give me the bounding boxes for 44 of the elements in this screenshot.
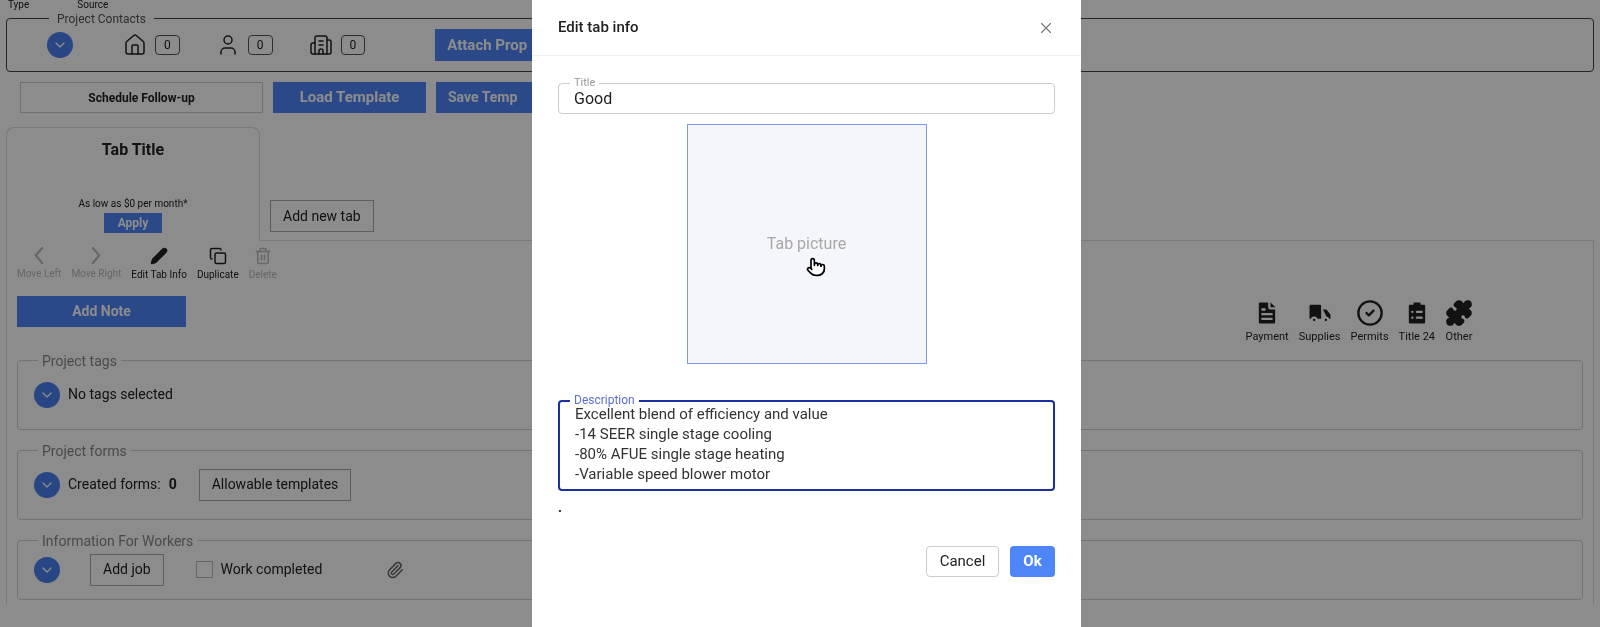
hand-cursor-icon	[805, 257, 826, 277]
checkbox-label: Work completed	[220, 560, 323, 579]
check-circle-icon	[1355, 299, 1384, 327]
tab-title: Tab Title	[101, 139, 165, 161]
building-icon	[308, 33, 333, 57]
dot-text: .	[558, 498, 564, 517]
chevron-left-icon	[34, 247, 45, 264]
allowable-templates-button[interactable]: Allowable templates	[198, 468, 352, 501]
field-label: Source	[77, 0, 109, 10]
pencil-icon	[150, 247, 169, 265]
action-button[interactable]: Schedule Follow-up	[20, 82, 263, 113]
dialog-button[interactable]: Cancel	[926, 546, 999, 577]
forms-count: 0	[168, 475, 177, 494]
chevron-right-icon	[91, 247, 102, 264]
home-icon	[123, 33, 147, 57]
count-field: 0	[340, 35, 366, 55]
expand-button[interactable]	[34, 556, 60, 583]
category-button[interactable]: Permits	[1350, 299, 1389, 346]
category-button[interactable]: Other	[1445, 299, 1473, 346]
price-note: As low as $0 per month*	[78, 197, 188, 211]
category-button[interactable]: Title 24	[1398, 299, 1435, 346]
field-label: Description	[570, 394, 639, 406]
dialog-title: Edit tab info	[558, 17, 639, 39]
category-button[interactable]: Payment	[1245, 299, 1289, 346]
toolbar-button[interactable]: Duplicate	[196, 247, 239, 282]
dialog-button[interactable]: Ok	[1010, 546, 1055, 577]
add-tab-button[interactable]: Add new tab	[270, 200, 374, 232]
work-completed-checkbox[interactable]	[195, 561, 213, 578]
toolbar-button[interactable]: Edit Tab Info	[131, 247, 187, 282]
tags-status: No tags selected	[68, 385, 173, 404]
expand-button[interactable]	[34, 381, 60, 408]
copy-icon	[208, 247, 227, 265]
attachment-icon[interactable]	[386, 560, 405, 579]
expand-button[interactable]	[47, 32, 73, 58]
field-label: Title	[570, 77, 600, 88]
count-field: 0	[155, 35, 180, 55]
add-job-button[interactable]: Add job	[90, 553, 164, 586]
count-field: 0	[247, 35, 273, 55]
trash-icon	[253, 247, 272, 265]
forms-label: Created forms:	[68, 475, 161, 494]
expand-button[interactable]	[34, 471, 60, 498]
category-button[interactable]: Supplies	[1298, 299, 1341, 346]
tab-card[interactable]: Tab Title As low as $0 per month* Apply	[6, 127, 260, 241]
field-label: Type	[8, 0, 30, 10]
